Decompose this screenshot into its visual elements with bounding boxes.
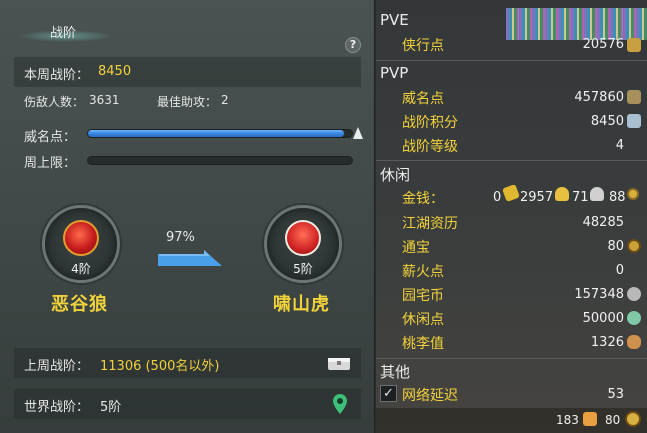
- week-rank-label: 本周战阶：: [24, 68, 90, 83]
- wolf-emblem-icon: [63, 220, 99, 256]
- leisure-item-value: 80: [607, 239, 624, 254]
- leisure-item-value: 50000: [582, 311, 624, 326]
- week-cap-progress-bar: [87, 156, 353, 165]
- world-rank-label: 世界战阶：: [24, 400, 90, 415]
- tiger-emblem-icon: [285, 220, 321, 256]
- prestige-progress-bar: [87, 129, 353, 138]
- gold-bar-icon: [502, 184, 520, 202]
- kills-value: 3631: [89, 93, 120, 107]
- coin-icon[interactable]: [625, 411, 641, 427]
- leisure-item-label: 通宝: [402, 240, 430, 256]
- chest-icon[interactable]: [327, 355, 351, 371]
- leisure-item-label: 江湖资历: [402, 216, 458, 232]
- prestige-progress-fill: [88, 130, 345, 137]
- pvp-item-label: 战阶积分: [402, 115, 458, 131]
- next-rank-level: 5阶: [293, 262, 313, 276]
- week-rank-value: 8450: [98, 64, 132, 79]
- prestige-label: 威名点：: [24, 130, 77, 145]
- week-cap-label: 周上限：: [24, 156, 77, 171]
- pvp-header: PVP: [380, 64, 409, 82]
- current-rank-name: 恶谷狼: [51, 294, 108, 315]
- pvp-item-value: 8450: [590, 114, 624, 129]
- pvp-item-label: 威名点: [402, 91, 444, 107]
- silver-ingot-icon: [590, 187, 604, 201]
- tongbao-coin-icon: [627, 239, 641, 253]
- section-divider: [376, 60, 647, 61]
- current-rank-level: 4阶: [71, 262, 91, 276]
- money-silver: 71: [572, 190, 589, 205]
- money-label: 金钱：: [402, 191, 444, 207]
- section-divider: [376, 358, 647, 359]
- gold-ingot-icon: [555, 187, 569, 201]
- best-assist-value: 2: [221, 93, 229, 107]
- bottom-count-b: 80: [605, 413, 621, 427]
- pvp-item-value: 457860: [574, 90, 624, 105]
- sword-icon: [627, 38, 641, 52]
- money-gold-bars: 0: [493, 190, 502, 205]
- house-coin-icon: [627, 287, 641, 301]
- currency-panel: PVE 侠行点 20576 PVP 威名点 457860 战阶积分 8450 战…: [376, 0, 647, 433]
- leisure-item-value: 157348: [574, 287, 624, 302]
- pve-header: PVE: [380, 11, 409, 29]
- next-rank-badge: 5阶: [264, 205, 342, 283]
- leisure-point-icon: [627, 311, 641, 325]
- pve-item-label: 侠行点: [402, 38, 444, 54]
- latency-checkbox[interactable]: ✓: [380, 385, 397, 402]
- prestige-icon: [627, 90, 641, 104]
- bottom-count-a: 183: [556, 413, 579, 427]
- leisure-item-label: 薪火点: [402, 264, 444, 280]
- leisure-item-label: 休闲点: [402, 312, 444, 328]
- pvp-item-value: 4: [615, 138, 624, 153]
- help-icon[interactable]: ?: [345, 37, 361, 53]
- kills-label: 伤敌人数：: [24, 95, 85, 109]
- copper-coin-icon: [627, 188, 639, 200]
- leisure-item-value: 0: [615, 263, 624, 278]
- location-pin-icon[interactable]: [333, 394, 347, 414]
- leisure-item-label: 园宅币: [402, 288, 444, 304]
- advance-percent: 97%: [166, 230, 195, 245]
- leisure-item-label: 桃李值: [402, 336, 444, 352]
- advance-arrow-icon: [158, 250, 222, 266]
- money-gold: 2957: [520, 190, 554, 205]
- last-week-value: 11306 (500名以外): [100, 359, 220, 374]
- panel-title-bar: 战阶 ?: [0, 14, 375, 53]
- money-copper: 88: [609, 190, 626, 205]
- last-week-label: 上周战阶：: [24, 359, 90, 374]
- leisure-item-value: 48285: [582, 215, 624, 230]
- rank-panel: 战阶 ? 本周战阶： 8450 伤敌人数： 3631 最佳助攻： 2 威名点： …: [0, 0, 375, 433]
- best-assist-label: 最佳助攻：: [157, 95, 218, 109]
- pvp-item-label: 战阶等级: [402, 139, 458, 155]
- world-rank-value: 5阶: [100, 400, 122, 415]
- other-header: 其他: [380, 363, 411, 381]
- background-game-ui: [506, 8, 647, 40]
- leisure-header: 休闲: [380, 166, 411, 184]
- current-rank-badge: 4阶: [42, 205, 120, 283]
- peach-icon: [627, 335, 641, 349]
- section-divider: [376, 160, 647, 161]
- pve-item-value: 20576: [582, 37, 624, 52]
- rank-score-icon: [627, 114, 641, 128]
- prestige-marker-icon: [353, 127, 363, 139]
- leisure-item-value: 1326: [590, 335, 624, 350]
- latency-value: 53: [607, 387, 624, 402]
- panel-title: 战阶: [50, 26, 77, 41]
- flag-icon[interactable]: [583, 412, 597, 426]
- latency-label: 网络延迟: [402, 388, 458, 404]
- next-rank-name: 啸山虎: [273, 294, 330, 315]
